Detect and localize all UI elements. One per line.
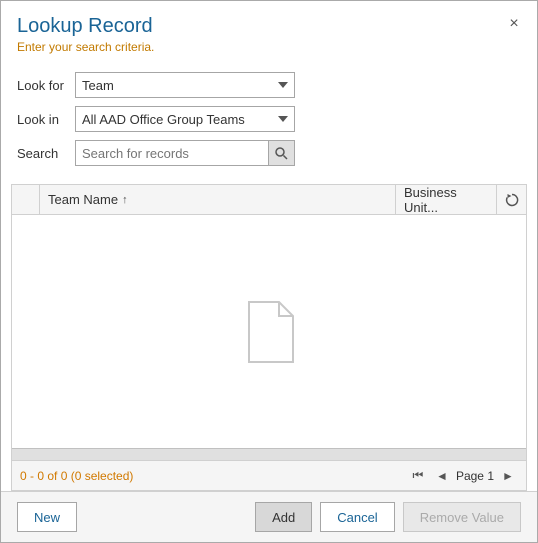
add-button[interactable]: Add <box>255 502 312 532</box>
look-for-select[interactable]: Team <box>75 72 295 98</box>
look-for-row: Look for Team <box>17 72 521 98</box>
grid-footer: 0 - 0 of 0 (0 selected) ⏮ ◄ Page 1 ► <box>12 460 526 490</box>
refresh-icon <box>505 193 519 207</box>
cancel-button[interactable]: Cancel <box>320 502 394 532</box>
dialog-header: Lookup Record Enter your search criteria… <box>1 1 537 62</box>
empty-document-icon <box>243 300 295 364</box>
first-page-button[interactable]: ⏮ <box>408 466 428 486</box>
record-count: 0 - 0 of 0 (0 selected) <box>20 469 133 483</box>
lookup-dialog: Lookup Record Enter your search criteria… <box>0 0 538 543</box>
look-in-select[interactable]: All AAD Office Group Teams <box>75 106 295 132</box>
sort-arrow-icon: ↑ <box>122 194 128 206</box>
close-button[interactable]: × <box>503 13 525 35</box>
next-page-button[interactable]: ► <box>498 466 518 486</box>
empty-state-icon <box>243 300 295 364</box>
look-in-row: Look in All AAD Office Group Teams <box>17 106 521 132</box>
search-button[interactable] <box>268 141 294 165</box>
look-in-label: Look in <box>17 112 75 127</box>
horizontal-scrollbar[interactable] <box>12 448 526 460</box>
new-button[interactable]: New <box>17 502 77 532</box>
dialog-footer: New Add Cancel Remove Value <box>1 491 537 542</box>
grid-col-team-name[interactable]: Team Name ↑ <box>40 185 396 214</box>
search-label: Search <box>17 146 75 161</box>
grid-col-business-unit[interactable]: Business Unit... <box>396 185 496 214</box>
search-row: Search <box>17 140 521 166</box>
grid-col-checkbox <box>12 185 40 214</box>
results-grid: Team Name ↑ Business Unit... <box>11 184 527 491</box>
look-for-wrapper: Team <box>75 72 521 98</box>
search-wrapper <box>75 140 521 166</box>
search-field-wrapper <box>75 140 295 166</box>
grid-body <box>12 215 526 448</box>
look-in-wrapper: All AAD Office Group Teams <box>75 106 521 132</box>
refresh-button[interactable] <box>496 185 526 215</box>
page-label: Page 1 <box>456 469 494 483</box>
look-for-label: Look for <box>17 78 75 93</box>
search-icon <box>275 147 288 160</box>
pagination: ⏮ ◄ Page 1 ► <box>408 466 518 486</box>
form-section: Look for Team Look in All AAD Office Gro… <box>1 62 537 184</box>
business-unit-col-label: Business Unit... <box>404 185 488 215</box>
dialog-title: Lookup Record <box>17 15 521 38</box>
prev-page-button[interactable]: ◄ <box>432 466 452 486</box>
remove-value-button[interactable]: Remove Value <box>403 502 521 532</box>
team-name-col-label: Team Name <box>48 192 118 207</box>
grid-header: Team Name ↑ Business Unit... <box>12 185 526 215</box>
dialog-subtitle: Enter your search criteria. <box>17 40 521 54</box>
search-input[interactable] <box>76 141 268 165</box>
